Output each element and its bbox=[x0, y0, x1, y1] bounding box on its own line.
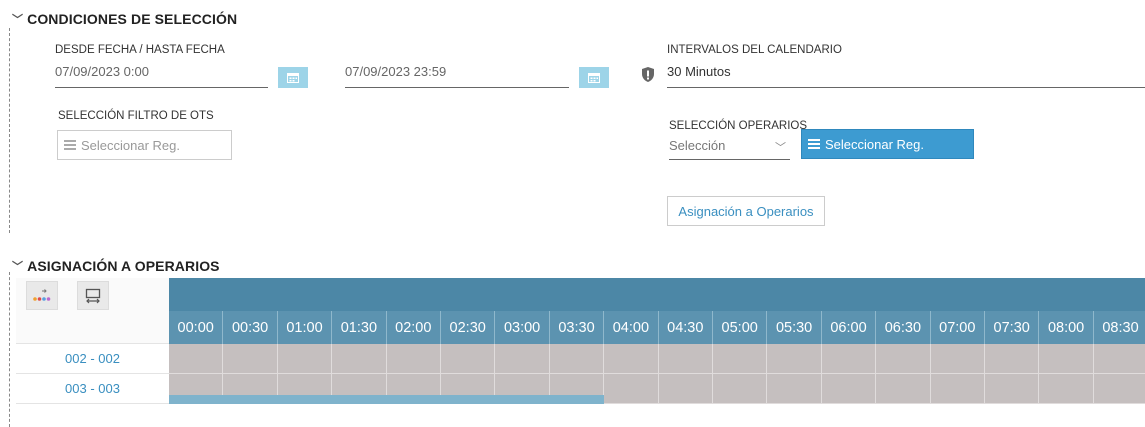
timeline-cell[interactable] bbox=[549, 344, 605, 374]
timeline-cell[interactable] bbox=[821, 344, 877, 374]
date-to-calendar-button[interactable] bbox=[579, 67, 609, 88]
calendar-icon bbox=[588, 73, 600, 83]
timeline-cell[interactable] bbox=[1039, 374, 1094, 404]
timeline-cell[interactable] bbox=[658, 374, 713, 404]
operators-select-value: Selección bbox=[669, 138, 726, 153]
timeline-cell[interactable] bbox=[169, 344, 224, 374]
timeline-cell[interactable] bbox=[277, 344, 333, 374]
date-to-value: 07/09/2023 23:59 bbox=[345, 64, 447, 79]
time-slot-header: 00:00 bbox=[169, 311, 224, 344]
time-slot-header: 08:00 bbox=[1039, 311, 1094, 344]
conditions-title: CONDICIONES DE SELECCIÓN bbox=[27, 11, 238, 27]
ot-filter-placeholder: Seleccionar Reg. bbox=[81, 137, 180, 153]
chevron-down-icon: ﹀ bbox=[12, 14, 24, 26]
timeline-cell[interactable] bbox=[930, 374, 985, 404]
interval-value: 30 Minutos bbox=[667, 64, 731, 79]
timeline-cell[interactable] bbox=[604, 344, 659, 374]
operators-button-label: Seleccionar Reg. bbox=[825, 136, 924, 152]
timeline-cell[interactable] bbox=[332, 344, 387, 374]
section-guide-line bbox=[9, 28, 10, 233]
timeline-cell[interactable] bbox=[930, 344, 985, 374]
date-from-value: 07/09/2023 0:00 bbox=[55, 64, 149, 79]
time-slot-header: 02:30 bbox=[441, 311, 496, 344]
operators-label: SELECCIÓN OPERARIOS bbox=[669, 120, 808, 132]
shield-icon bbox=[640, 66, 656, 88]
date-range-label: DESDE FECHA / HASTA FECHA bbox=[55, 44, 225, 56]
expand-horizontal-icon bbox=[85, 288, 101, 303]
calendar-icon bbox=[287, 73, 299, 83]
timeline-cell[interactable] bbox=[985, 344, 1040, 374]
time-slot-header: 07:30 bbox=[985, 311, 1040, 344]
time-slot-header: 03:30 bbox=[550, 311, 605, 344]
chevron-down-icon: ﹀ bbox=[12, 261, 24, 273]
timeline-cell[interactable] bbox=[713, 344, 768, 374]
timeline-cell[interactable] bbox=[223, 344, 278, 374]
timeline-cell[interactable] bbox=[441, 344, 496, 374]
interval-label: INTERVALOS DEL CALENDARIO bbox=[667, 44, 842, 56]
assignment-bar[interactable] bbox=[169, 395, 605, 404]
timeline-cell[interactable] bbox=[767, 374, 822, 404]
timeline-cell[interactable] bbox=[495, 344, 550, 374]
time-slot-header: 07:00 bbox=[931, 311, 985, 344]
timeline-header-band bbox=[169, 278, 1145, 311]
timeline-cell[interactable] bbox=[1093, 344, 1145, 374]
operators-select[interactable]: Selección ﹀ bbox=[669, 138, 790, 160]
list-icon bbox=[64, 140, 76, 150]
timeline-cell[interactable] bbox=[658, 344, 713, 374]
time-slot-header: 05:00 bbox=[713, 311, 768, 344]
chevron-down-icon: ﹀ bbox=[775, 142, 786, 154]
ot-filter-label: SELECCIÓN FILTRO DE OTS bbox=[58, 110, 214, 122]
time-slot-header: 05:30 bbox=[767, 311, 822, 344]
conditions-section-header[interactable]: ﹀ CONDICIONES DE SELECCIÓN bbox=[12, 11, 237, 28]
assignment-section-header[interactable]: ﹀ ASIGNACIÓN A OPERARIOS bbox=[12, 258, 220, 275]
time-slot-header: 02:00 bbox=[387, 311, 441, 344]
timeline-cell[interactable] bbox=[386, 344, 441, 374]
fit-width-button[interactable] bbox=[77, 281, 109, 310]
time-slot-header: 03:00 bbox=[495, 311, 550, 344]
timeline-cell[interactable] bbox=[604, 374, 659, 404]
ot-filter-select-button[interactable]: Seleccionar Reg. bbox=[57, 130, 232, 160]
time-slot-header: 01:00 bbox=[278, 311, 333, 344]
timeline-cell[interactable] bbox=[876, 344, 931, 374]
time-slot-header: 06:00 bbox=[822, 311, 877, 344]
time-slot-header: 04:30 bbox=[659, 311, 713, 344]
operator-row-label[interactable]: 002 - 002 bbox=[16, 344, 169, 374]
time-slot-header: 06:30 bbox=[876, 311, 931, 344]
color-dots-icon bbox=[33, 288, 51, 301]
operators-select-button[interactable]: Seleccionar Reg. bbox=[801, 129, 974, 159]
timeline-cell[interactable] bbox=[821, 374, 877, 404]
date-from-calendar-button[interactable] bbox=[278, 67, 308, 88]
time-slot-header: 08:30 bbox=[1094, 311, 1145, 344]
assign-operators-label: Asignación a Operarios bbox=[678, 203, 814, 219]
time-slot-header: 01:30 bbox=[332, 311, 387, 344]
timeline-cell[interactable] bbox=[1039, 344, 1094, 374]
section-guide-line bbox=[9, 272, 10, 427]
assignment-title: ASIGNACIÓN A OPERARIOS bbox=[27, 258, 220, 274]
timeline-cell[interactable] bbox=[876, 374, 931, 404]
color-dots-button[interactable] bbox=[26, 281, 58, 310]
timeline-cell[interactable] bbox=[713, 374, 768, 404]
interval-select[interactable]: 30 Minutos bbox=[667, 64, 1145, 88]
list-icon bbox=[808, 139, 820, 149]
timeline-cell[interactable] bbox=[1093, 374, 1145, 404]
time-slot-header: 04:00 bbox=[604, 311, 659, 344]
time-slot-header: 00:30 bbox=[223, 311, 278, 344]
timeline-cell[interactable] bbox=[985, 374, 1040, 404]
timeline-cell[interactable] bbox=[767, 344, 822, 374]
date-to-input[interactable]: 07/09/2023 23:59 bbox=[345, 64, 569, 88]
operator-row-label[interactable]: 003 - 003 bbox=[16, 374, 169, 404]
date-from-input[interactable]: 07/09/2023 0:00 bbox=[55, 64, 268, 88]
assign-operators-button[interactable]: Asignación a Operarios bbox=[667, 196, 825, 226]
